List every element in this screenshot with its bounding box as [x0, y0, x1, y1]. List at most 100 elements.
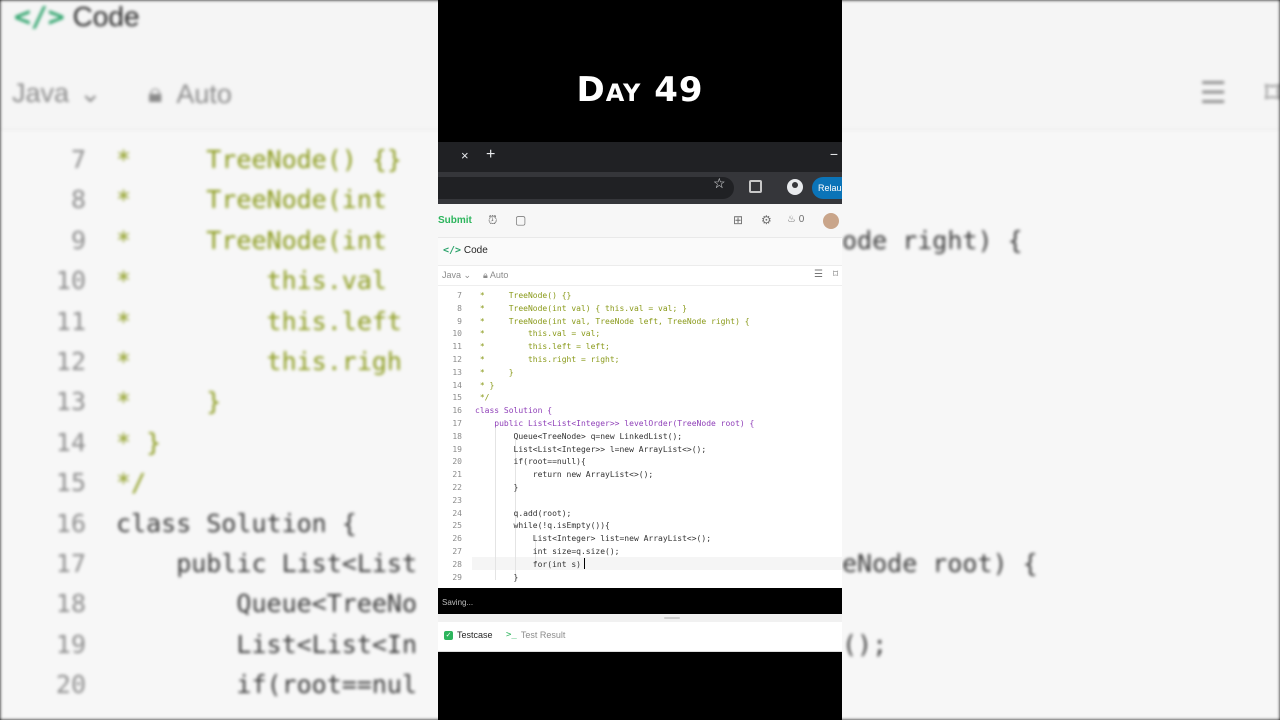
editor-options: Java ⌄ 🔒︎ Auto ☰ ⌑: [438, 266, 842, 286]
code-line[interactable]: 14 * }: [438, 380, 842, 393]
extensions-icon[interactable]: [749, 180, 762, 193]
line-text: for(int s): [475, 559, 581, 569]
line-number: 14: [452, 380, 462, 390]
code-icon: </>: [14, 0, 65, 33]
line-number: 22: [452, 483, 462, 492]
mode-indicator[interactable]: 🔒︎ Auto: [483, 270, 508, 281]
line-number: 16: [452, 406, 462, 416]
line-number: 23: [452, 495, 462, 505]
code-line[interactable]: 10 * this.val = val;: [438, 328, 842, 341]
code-line[interactable]: 9 * TreeNode(int val, TreeNode left, Tre…: [438, 316, 842, 329]
code-line[interactable]: 7 * TreeNode() {}: [438, 290, 842, 303]
line-text: * this.right = right;: [475, 355, 620, 364]
background-line-number: 8: [70, 185, 86, 215]
background-line-number: 20: [55, 670, 86, 700]
line-number: 13: [452, 367, 462, 377]
code-line[interactable]: 8 * TreeNode(int val) { this.val = val; …: [438, 303, 842, 316]
layout-icon[interactable]: ⊞: [733, 213, 743, 227]
format-icon[interactable]: ☰: [814, 269, 823, 280]
line-text: * TreeNode(int val) { this.val = val; }: [475, 303, 687, 313]
line-text: * }: [475, 367, 514, 377]
code-line[interactable]: 21 return new ArrayList<>();: [438, 469, 842, 482]
line-number: 21: [452, 470, 462, 480]
background-line-text: * TreeNode(int: [116, 225, 387, 255]
chevron-down-icon: ⌄: [463, 270, 472, 280]
code-line[interactable]: 28 for(int s): [438, 559, 842, 572]
tab-test-result-label: Test Result: [520, 630, 566, 640]
code-line[interactable]: 13 * }: [438, 367, 842, 380]
star-icon[interactable]: ☆: [713, 175, 726, 192]
code-line[interactable]: 19 List<List<Integer>> l=new ArrayList<>…: [438, 444, 842, 457]
background-line-number: 13: [55, 387, 86, 417]
lock-icon: 🔒︎: [483, 270, 488, 280]
background-line-text: * }: [116, 387, 222, 417]
bookmark-icon: ⌑: [1264, 77, 1280, 110]
code-line[interactable]: 22 }: [438, 482, 842, 495]
gear-icon[interactable]: ⚙: [761, 213, 772, 227]
panel-splitter[interactable]: [438, 614, 842, 622]
line-text: * this.val = val;: [475, 329, 601, 339]
code-line[interactable]: 27 int size=q.size();: [438, 546, 842, 559]
omnibox[interactable]: [438, 177, 734, 199]
background-line-number: 11: [55, 306, 86, 336]
address-bar: ☆ Relaun: [438, 172, 842, 204]
mode-label: Auto: [489, 270, 509, 280]
code-line[interactable]: 26 List<Integer> list=new ArrayList<>();: [438, 533, 842, 546]
profile-icon[interactable]: [787, 179, 803, 195]
line-number: 18: [452, 431, 462, 441]
tab-testcase-label: Testcase: [457, 630, 493, 640]
code-line[interactable]: 18 Queue<TreeNode> q=new LinkedList();: [438, 431, 842, 444]
language-select[interactable]: Java ⌄: [442, 270, 471, 281]
code-line[interactable]: 15 */: [438, 392, 842, 405]
line-number: 17: [452, 419, 462, 428]
background-line-text: * TreeNode(int: [116, 185, 387, 215]
drag-handle[interactable]: [664, 617, 680, 619]
line-text: int size=q.size();: [475, 547, 620, 556]
problem-toolbar: Submit ⏰︎ ▢ ⊞ ⚙ ♨︎ 0: [438, 204, 842, 238]
alarm-icon[interactable]: ⏰︎: [488, 213, 497, 228]
line-number: 20: [452, 457, 462, 467]
background-line-fragment: ();: [842, 629, 888, 659]
code-line[interactable]: 23: [438, 495, 842, 508]
code-panel-title-label: Code: [463, 245, 488, 256]
language-label: Java: [442, 270, 462, 280]
background-line-text: * this.val: [116, 266, 387, 296]
code-line[interactable]: 25 while(!q.isEmpty()){: [438, 520, 842, 533]
code-panel-header: </> Code: [438, 238, 842, 266]
close-tab-button[interactable]: ×: [461, 148, 469, 163]
minimize-button[interactable]: −: [830, 146, 838, 162]
browser-tab-bar: × + −: [438, 142, 842, 172]
background-icons: ☰ ⌑: [1200, 76, 1280, 111]
bottom-tabs: ✓ Testcase >_ Test Result: [438, 622, 842, 652]
background-line-text: * TreeNode() {}: [116, 145, 402, 174]
code-icon: </>: [443, 245, 462, 256]
streak-count: 0: [798, 214, 805, 225]
background-line-fragment: ode right) {: [842, 225, 1023, 255]
notes-icon[interactable]: ▢: [515, 213, 526, 227]
code-line[interactable]: 29 }: [438, 572, 842, 585]
line-text: */: [475, 393, 490, 403]
code-line[interactable]: 17 public List<List<Integer>> levelOrder…: [438, 418, 842, 431]
new-tab-button[interactable]: +: [486, 146, 495, 164]
line-number: 25: [452, 521, 462, 531]
tab-testcase[interactable]: ✓ Testcase: [444, 630, 493, 640]
streak-counter[interactable]: ♨︎ 0: [787, 214, 804, 225]
code-line[interactable]: 16 class Solution {: [438, 405, 842, 418]
line-number: 15: [452, 393, 462, 403]
background-line-number: 18: [55, 589, 86, 619]
day-title: Day 49: [576, 70, 704, 110]
line-number: 10: [452, 329, 462, 339]
bookmark-icon[interactable]: ⌑: [833, 269, 838, 280]
background-language: Java ⌄: [12, 78, 102, 109]
code-line[interactable]: 11 * this.left = left;: [438, 341, 842, 354]
code-line[interactable]: 12 * this.right = right;: [438, 354, 842, 367]
background-line-text: List<List<In: [116, 629, 418, 659]
code-line[interactable]: 24 q.add(root);: [438, 508, 842, 521]
avatar[interactable]: [823, 213, 839, 229]
background-line-text: */: [116, 468, 147, 498]
code-editor[interactable]: 7 * TreeNode() {} 8 * TreeNode(int val) {…: [438, 286, 842, 588]
tab-test-result[interactable]: >_ Test Result: [506, 630, 565, 640]
relaunch-button[interactable]: Relaun: [812, 177, 842, 199]
submit-button[interactable]: Submit: [438, 215, 472, 226]
code-line[interactable]: 20 if(root==null){: [438, 456, 842, 469]
